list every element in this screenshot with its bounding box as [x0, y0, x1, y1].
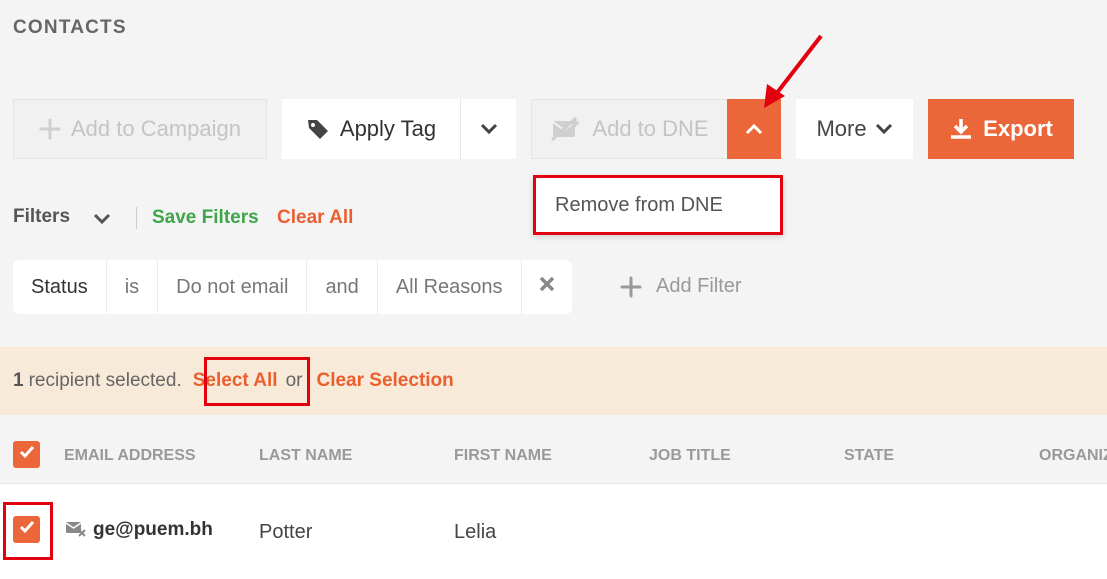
add-to-campaign-label: Add to Campaign: [71, 116, 241, 141]
chevron-down-icon: [479, 116, 499, 142]
apply-tag-button[interactable]: Apply Tag: [282, 99, 460, 159]
filter-chip-group: Status is Do not email and All Reasons: [13, 260, 572, 314]
selection-bar: 1 recipient selected. Select All or Clea…: [0, 347, 1107, 415]
dne-icon: [550, 116, 582, 142]
filter-chip-reason[interactable]: All Reasons: [378, 260, 522, 314]
filter-chip-operator[interactable]: is: [107, 260, 159, 314]
chevron-down-icon[interactable]: [93, 212, 111, 230]
filters-label[interactable]: Filters: [13, 206, 70, 228]
plus-icon: [620, 276, 642, 298]
add-to-dne-button[interactable]: Add to DNE: [531, 99, 728, 159]
add-to-campaign-button[interactable]: Add to Campaign: [13, 99, 267, 159]
apply-tag-dropdown-button[interactable]: [461, 99, 516, 159]
filter-chip-conjunction[interactable]: and: [307, 260, 378, 314]
row-checkbox[interactable]: [13, 516, 40, 543]
save-filters-link[interactable]: Save Filters: [152, 207, 259, 229]
close-icon: [538, 275, 556, 299]
column-header-email[interactable]: EMAIL ADDRESS: [64, 447, 196, 465]
chevron-down-icon: [875, 123, 893, 135]
selection-count: 1: [13, 370, 24, 391]
clear-all-link[interactable]: Clear All: [277, 207, 353, 229]
check-icon: [19, 520, 35, 539]
clear-selection-link[interactable]: Clear Selection: [316, 370, 453, 392]
tag-icon: [306, 117, 330, 141]
export-label: Export: [983, 116, 1053, 141]
add-to-dne-label: Add to DNE: [592, 116, 709, 141]
row-email[interactable]: ge@puem.bh: [93, 519, 213, 541]
filter-chip-value[interactable]: Do not email: [158, 260, 308, 314]
row-first-name: Lelia: [454, 521, 497, 543]
select-all-highlight: [204, 357, 310, 406]
column-header-first-name[interactable]: FIRST NAME: [454, 447, 552, 465]
plus-icon: [39, 118, 61, 140]
email-blocked-icon: [65, 520, 87, 543]
selection-text: recipient selected.: [28, 370, 182, 391]
dne-dropdown-menu: Remove from DNE: [533, 175, 783, 235]
row-last-name: Potter: [259, 521, 313, 543]
more-label: More: [816, 116, 867, 141]
filter-chip-field[interactable]: Status: [13, 260, 107, 314]
remove-from-dne-item[interactable]: Remove from DNE: [555, 194, 723, 217]
column-header-state[interactable]: STATE: [844, 447, 894, 465]
annotation-arrow: [764, 34, 823, 108]
table-row[interactable]: ge@puem.bh Potter Lelia: [0, 484, 1107, 579]
column-header-last-name[interactable]: LAST NAME: [259, 447, 352, 465]
check-icon: [19, 445, 35, 464]
filters-divider: [136, 207, 137, 229]
page-title: CONTACTS: [13, 17, 127, 38]
add-filter-button[interactable]: Add Filter: [620, 275, 742, 298]
column-header-job-title[interactable]: JOB TITLE: [649, 447, 731, 465]
add-filter-label: Add Filter: [656, 275, 742, 297]
export-button[interactable]: Export: [928, 99, 1074, 159]
select-all-checkbox[interactable]: [13, 441, 40, 468]
apply-tag-label: Apply Tag: [339, 116, 437, 141]
chevron-up-icon: [744, 116, 764, 142]
column-header-organization[interactable]: ORGANIZ: [1039, 447, 1107, 465]
download-icon: [949, 117, 973, 141]
remove-filter-button[interactable]: [522, 260, 572, 314]
